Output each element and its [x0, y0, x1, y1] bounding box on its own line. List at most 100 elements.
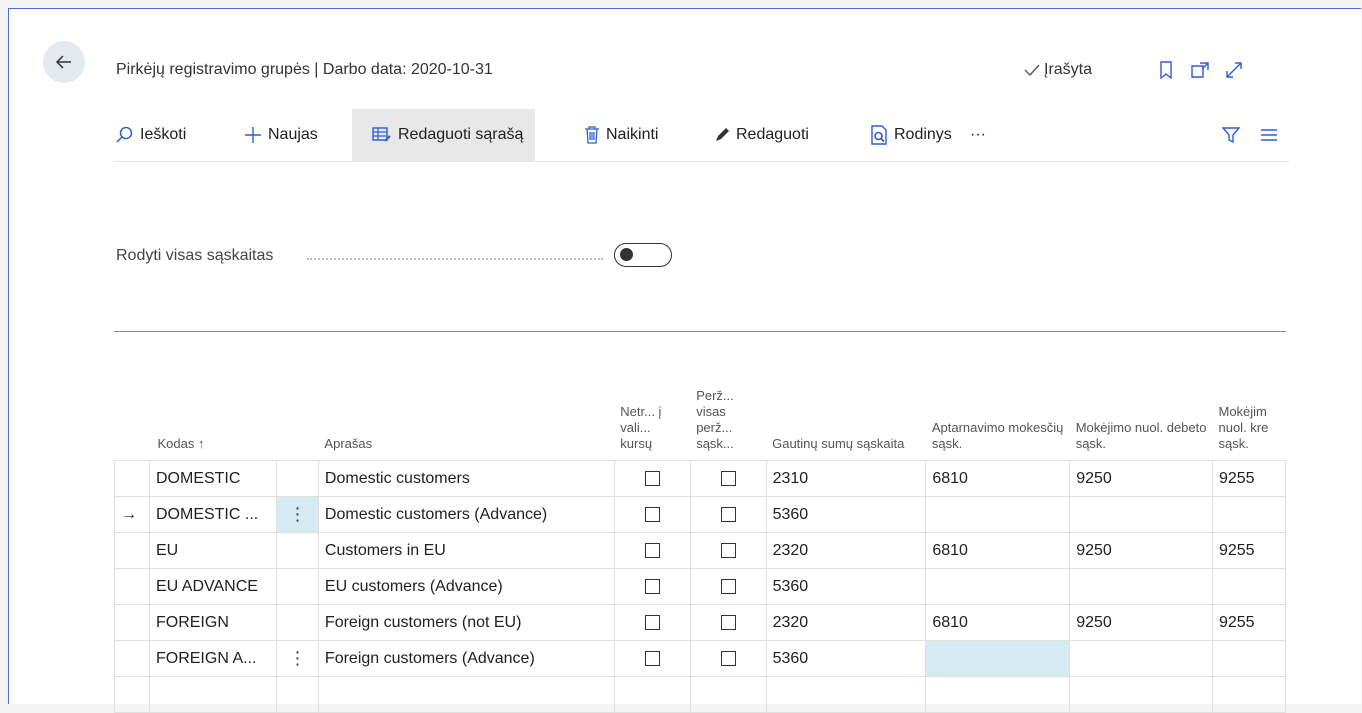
cell-receivables-account[interactable]: 5360: [765, 568, 927, 605]
checkbox[interactable]: [644, 650, 660, 666]
checkbox[interactable]: [644, 506, 660, 522]
edit-button[interactable]: Redaguoti: [714, 109, 809, 161]
cell-view-all-accounts[interactable]: [689, 640, 767, 677]
open-new-window-button[interactable]: [1189, 59, 1211, 81]
bookmark-button[interactable]: [1155, 59, 1177, 81]
column-header-unrealized-currency[interactable]: Netr... į vali... kursų: [614, 332, 690, 461]
table-row[interactable]: DOMESTIC Domestic customers 2310 6810 92…: [114, 460, 1286, 497]
cell-payment-disc-debit-account[interactable]: 9250: [1069, 460, 1213, 497]
cell-code[interactable]: FOREIGN: [148, 604, 277, 641]
cell-code[interactable]: EU ADVANCE: [148, 568, 277, 605]
checkbox[interactable]: [644, 542, 660, 558]
checkbox[interactable]: [720, 542, 736, 558]
expand-button[interactable]: [1223, 59, 1245, 81]
cell-view-all-accounts[interactable]: [689, 532, 767, 569]
cell-payment-disc-debit-account[interactable]: 9250: [1069, 604, 1213, 641]
cell-view-all-accounts[interactable]: [689, 568, 767, 605]
checkbox[interactable]: [720, 506, 736, 522]
cell-receivables-account[interactable]: 2320: [765, 532, 927, 569]
cell-unrealized-currency[interactable]: [613, 496, 691, 533]
cell-payment-disc-credit-account[interactable]: 9255: [1211, 532, 1286, 569]
cell-code[interactable]: EU: [148, 532, 277, 569]
checkbox[interactable]: [720, 578, 736, 594]
table-row-empty[interactable]: [114, 676, 1286, 713]
cell-receivables-account[interactable]: 5360: [765, 640, 927, 677]
cell-payment-disc-debit-account[interactable]: 9250: [1069, 532, 1213, 569]
checkbox[interactable]: [644, 578, 660, 594]
cell-receivables-account[interactable]: 2320: [765, 604, 927, 641]
table-row[interactable]: FOREIGN Foreign customers (not EU) 2320 …: [114, 604, 1286, 641]
column-header-payment-disc-credit-account[interactable]: Mokėjim nuol. kre sąsk.: [1212, 332, 1285, 461]
checkbox[interactable]: [644, 470, 660, 486]
column-header-payment-disc-debit-account[interactable]: Mokėjimo nuol. debeto sąsk.: [1070, 332, 1213, 461]
new-button[interactable]: Naujas: [244, 109, 318, 161]
cell-service-charge-account[interactable]: [925, 496, 1071, 533]
filter-button[interactable]: [1222, 109, 1240, 161]
cell-unrealized-currency[interactable]: [613, 568, 691, 605]
cell-service-charge-account[interactable]: [925, 568, 1071, 605]
list-view-button[interactable]: [1260, 109, 1278, 161]
cell-unrealized-currency[interactable]: [613, 532, 691, 569]
column-header-service-charge-account[interactable]: Aptarnavimo mokesčių sąsk.: [926, 332, 1070, 461]
cell-view-all-accounts[interactable]: [689, 604, 767, 641]
checkbox[interactable]: [644, 614, 660, 630]
cell-description[interactable]: Foreign customers (not EU): [317, 604, 615, 641]
show-all-accounts-toggle[interactable]: [614, 243, 672, 267]
cell-unrealized-currency[interactable]: [613, 460, 691, 497]
column-header-description[interactable]: Aprašas: [318, 332, 614, 461]
cell-service-charge-account[interactable]: [925, 676, 1071, 713]
delete-button[interactable]: Naikinti: [584, 109, 658, 161]
back-button[interactable]: [43, 41, 85, 83]
cell-payment-disc-debit-account[interactable]: [1069, 568, 1213, 605]
cell-payment-disc-debit-account[interactable]: [1069, 496, 1213, 533]
cell-code[interactable]: DOMESTIC ...: [148, 496, 277, 533]
cell-receivables-account[interactable]: [765, 676, 927, 713]
cell-service-charge-account[interactable]: 6810: [925, 604, 1071, 641]
cell-description[interactable]: Customers in EU: [317, 532, 615, 569]
search-button[interactable]: Ieškoti: [116, 109, 186, 161]
cell-payment-disc-credit-account[interactable]: 9255: [1211, 604, 1286, 641]
cell-service-charge-account[interactable]: 6810: [925, 460, 1071, 497]
cell-service-charge-account[interactable]: [925, 640, 1071, 677]
cell-code[interactable]: FOREIGN A...: [148, 640, 277, 677]
cell-code[interactable]: [148, 676, 277, 713]
cell-payment-disc-credit-account[interactable]: [1211, 676, 1286, 713]
table-row[interactable]: EU ADVANCE EU customers (Advance) 5360: [114, 568, 1286, 605]
cell-description[interactable]: [317, 676, 615, 713]
cell-payment-disc-credit-account[interactable]: 9255: [1211, 460, 1286, 497]
cell-payment-disc-debit-account[interactable]: [1069, 640, 1213, 677]
cell-code[interactable]: DOMESTIC: [148, 460, 277, 497]
cell-description[interactable]: Domestic customers (Advance): [317, 496, 615, 533]
edit-list-button[interactable]: Redaguoti sąrašą: [352, 109, 536, 161]
checkbox[interactable]: [720, 470, 736, 486]
arrow-left-icon: [55, 55, 71, 69]
checkbox[interactable]: [720, 650, 736, 666]
cell-payment-disc-debit-account[interactable]: [1069, 676, 1213, 713]
row-actions-button[interactable]: ⋮: [275, 640, 319, 677]
cell-view-all-accounts[interactable]: [689, 676, 767, 713]
cell-receivables-account[interactable]: 5360: [765, 496, 927, 533]
cell-unrealized-currency[interactable]: [613, 604, 691, 641]
cell-service-charge-account[interactable]: 6810: [925, 532, 1071, 569]
table-row[interactable]: FOREIGN A... ⋮ Foreign customers (Advanc…: [114, 640, 1286, 677]
cell-receivables-account[interactable]: 2310: [765, 460, 927, 497]
table-row[interactable]: EU Customers in EU 2320 6810 9250 9255: [114, 532, 1286, 569]
cell-description[interactable]: Domestic customers: [317, 460, 615, 497]
cell-payment-disc-credit-account[interactable]: [1211, 568, 1286, 605]
cell-payment-disc-credit-account[interactable]: [1211, 640, 1286, 677]
row-actions-button[interactable]: ⋮: [275, 496, 319, 533]
cell-payment-disc-credit-account[interactable]: [1211, 496, 1286, 533]
checkbox[interactable]: [720, 614, 736, 630]
cell-unrealized-currency[interactable]: [613, 676, 691, 713]
cell-view-all-accounts[interactable]: [689, 496, 767, 533]
view-button[interactable]: Rodinys: [870, 109, 952, 161]
more-actions-button[interactable]: ···: [970, 109, 986, 161]
column-header-code[interactable]: Kodas ↑: [149, 332, 276, 461]
cell-unrealized-currency[interactable]: [613, 640, 691, 677]
column-header-view-all-accounts[interactable]: Perž... visas perž... sąsk...: [690, 332, 766, 461]
column-header-receivables-account[interactable]: Gautinų sumų sąskaita: [766, 332, 926, 461]
table-row[interactable]: → DOMESTIC ... ⋮ Domestic customers (Adv…: [114, 496, 1286, 533]
cell-description[interactable]: Foreign customers (Advance): [317, 640, 615, 677]
cell-view-all-accounts[interactable]: [689, 460, 767, 497]
cell-description[interactable]: EU customers (Advance): [317, 568, 615, 605]
